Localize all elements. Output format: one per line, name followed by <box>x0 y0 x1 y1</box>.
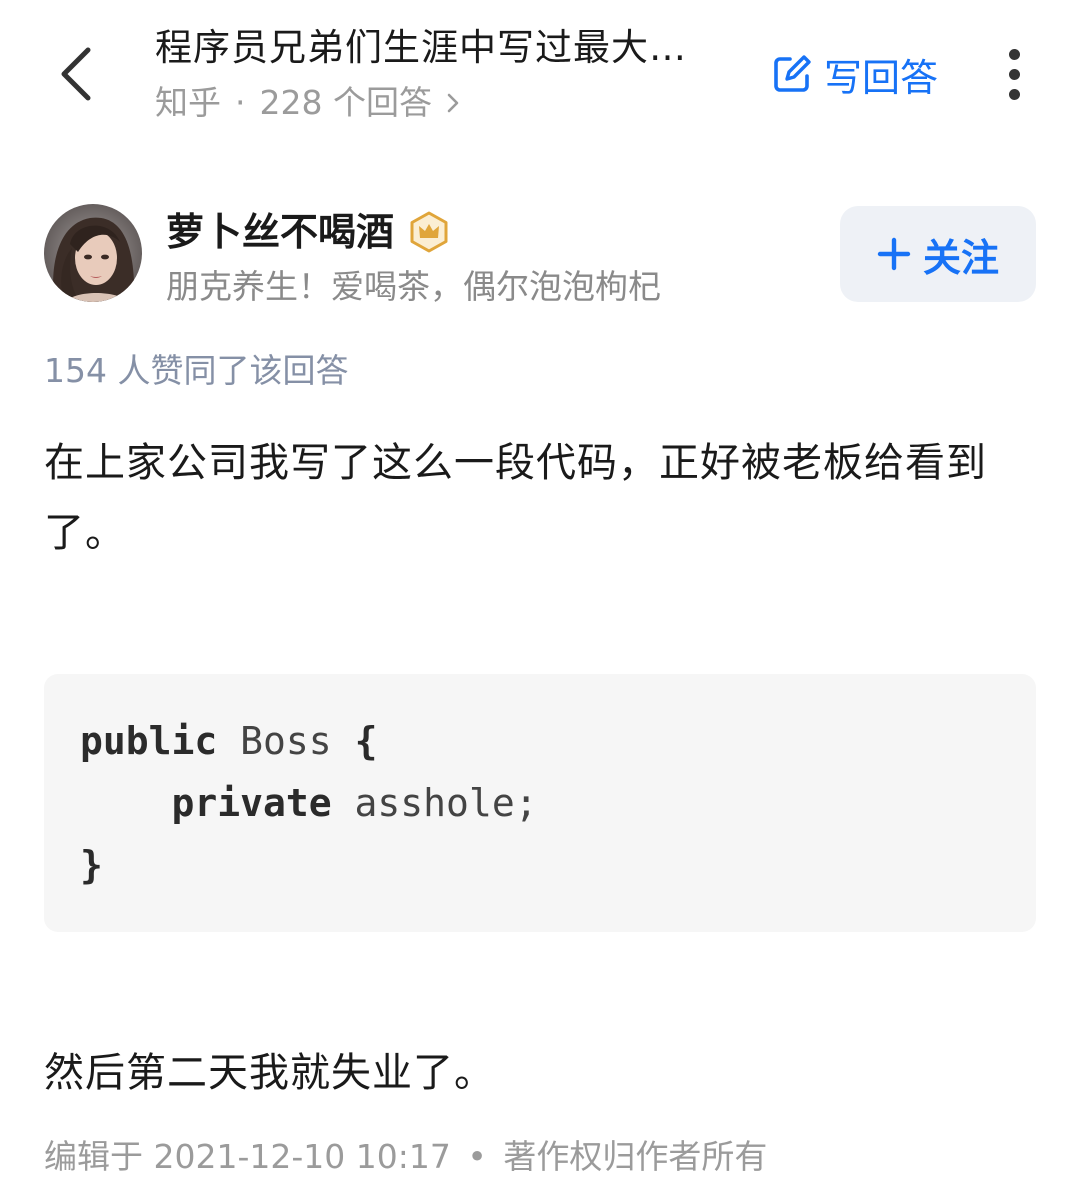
edit-icon <box>772 54 812 94</box>
meta-separator: · <box>235 83 246 122</box>
chevron-right-icon <box>446 91 460 115</box>
plus-icon <box>877 237 911 271</box>
meta-separator: • <box>467 1137 487 1176</box>
top-bar: 程序员兄弟们生涯中写过最大… 知乎 · 228 个回答 写回答 <box>0 0 1080 140</box>
edited-time: 编辑于 2021-12-10 10:17 <box>44 1137 451 1176</box>
more-dot <box>1008 88 1020 100</box>
code-keyword: private <box>171 781 332 825</box>
more-options-button[interactable] <box>990 44 1038 104</box>
author-name[interactable]: 萝卜丝不喝酒 <box>166 206 394 258</box>
answer-meta: 编辑于 2021-12-10 10:17 • 著作权归作者所有 <box>44 1134 767 1180</box>
code-brace: } <box>80 843 103 887</box>
code-text-segment: Boss <box>217 719 355 763</box>
answer-paragraph: 然后第二天我就失业了。 <box>44 1050 495 1096</box>
author-row: 萝卜丝不喝酒 朋克养生！爱喝茶，偶尔泡泡枸杞 关注 <box>44 204 1036 306</box>
code-block: public Boss { private asshole; } <box>44 674 1036 932</box>
more-dot <box>1008 68 1020 80</box>
write-answer-button[interactable]: 写回答 <box>772 46 938 102</box>
copyright-notice: 著作权归作者所有 <box>503 1137 768 1176</box>
answer-count: 228 个回答 <box>259 83 432 122</box>
answer-paragraph: 在上家公司我写了这么一段代码，正好被老板给看到了。 <box>44 440 987 556</box>
author-bio: 朋克养生！爱喝茶，偶尔泡泡枸杞 <box>166 267 661 306</box>
code-keyword: public <box>80 719 218 763</box>
write-answer-label: 写回答 <box>824 55 939 100</box>
voteup-count[interactable]: 154 人赞同了该回答 <box>44 348 348 394</box>
back-button[interactable] <box>44 34 108 114</box>
follow-label: 关注 <box>922 235 999 280</box>
code-brace: { <box>354 719 378 763</box>
avatar[interactable] <box>44 204 142 302</box>
more-vertical-icon <box>1008 48 1020 60</box>
code-text-segment: asshole; <box>331 781 538 825</box>
question-header[interactable]: 程序员兄弟们生涯中写过最大… 知乎 · 228 个回答 <box>155 22 735 126</box>
question-title[interactable]: 程序员兄弟们生涯中写过最大… <box>155 22 735 74</box>
follow-button[interactable]: 关注 <box>840 206 1036 302</box>
chevron-left-icon <box>61 47 91 101</box>
site-name: 知乎 <box>155 83 221 122</box>
code-text: public Boss { private asshole; } <box>80 710 538 896</box>
author-name-row[interactable]: 萝卜丝不喝酒 <box>166 206 450 258</box>
question-meta[interactable]: 知乎 · 228 个回答 <box>155 80 735 126</box>
crown-badge-icon <box>408 211 450 253</box>
